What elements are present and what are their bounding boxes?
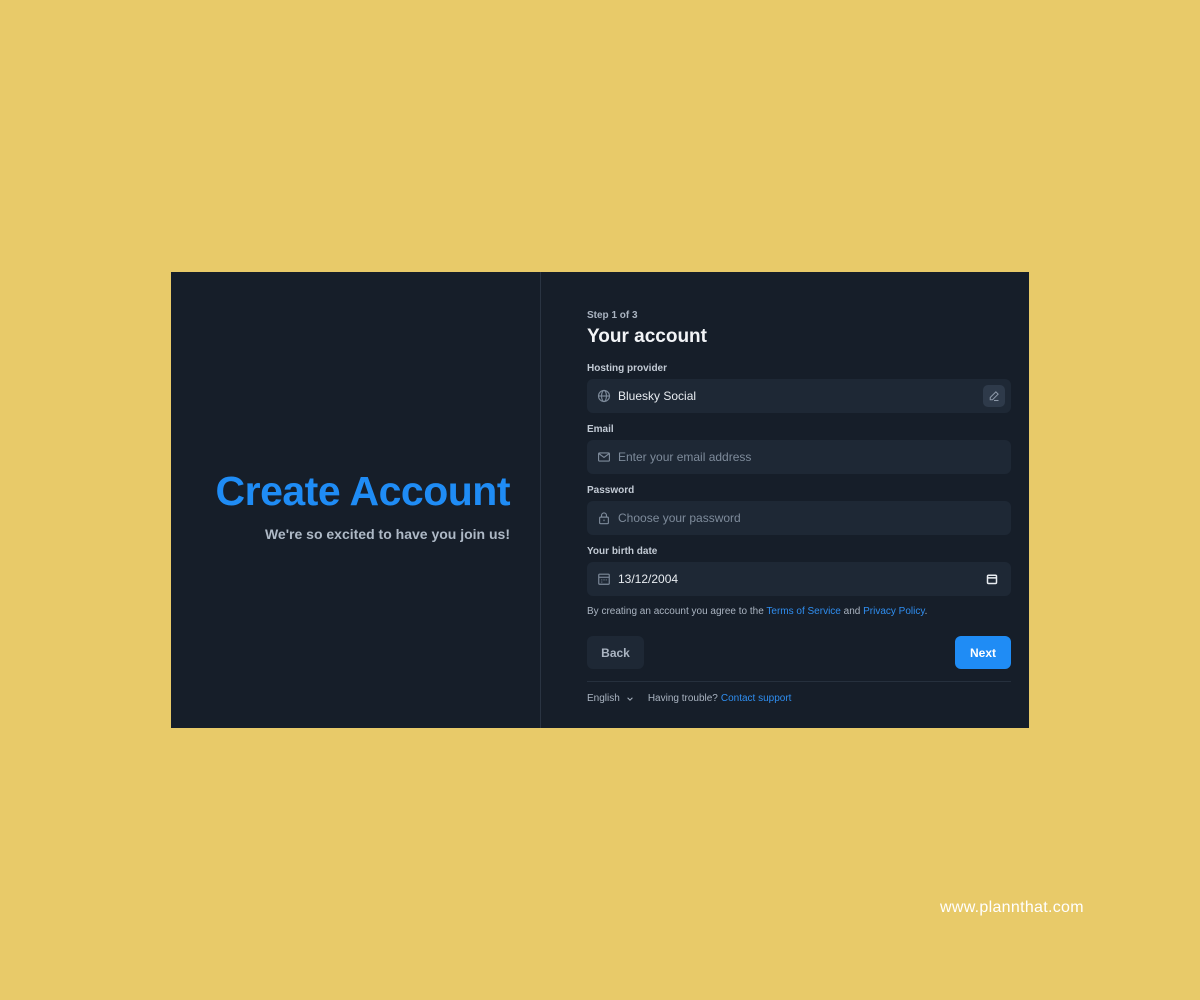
privacy-policy-link[interactable]: Privacy Policy <box>863 606 925 617</box>
step-indicator: Step 1 of 3 <box>587 310 638 321</box>
email-placeholder: Enter your email address <box>618 450 752 464</box>
chevron-down-icon <box>627 696 633 701</box>
password-field[interactable]: Choose your password <box>587 501 1011 535</box>
pencil-icon <box>989 391 999 402</box>
hosting-provider-label: Hosting provider <box>587 363 668 374</box>
password-label: Password <box>587 485 635 496</box>
watermark: www.plannthat.com <box>940 899 1084 916</box>
birth-date-field[interactable]: 13/12/2004 <box>587 562 1011 596</box>
calendar-picker-icon <box>986 574 998 585</box>
contact-support-link[interactable]: Contact support <box>721 693 792 704</box>
form-title: Your account <box>587 326 707 347</box>
form-actions: Back Next <box>587 636 1011 669</box>
password-placeholder: Choose your password <box>618 511 741 525</box>
date-picker-button[interactable] <box>985 572 999 586</box>
hosting-provider-value: Bluesky Social <box>618 389 697 403</box>
trouble-text: Having trouble? <box>647 693 718 704</box>
form-panel: Step 1 of 3 Your account Hosting provide… <box>541 272 1029 728</box>
calendar-icon <box>597 572 611 586</box>
back-button[interactable]: Back <box>587 636 644 669</box>
hosting-provider-field[interactable]: Bluesky Social <box>587 379 1011 413</box>
form-footer: English Having trouble? Contact support <box>587 681 1011 704</box>
email-field[interactable]: Enter your email address <box>587 440 1011 474</box>
hero-panel: Create Account We're so excited to have … <box>171 272 541 728</box>
language-label: English <box>587 693 620 704</box>
next-button[interactable]: Next <box>955 636 1011 669</box>
terms-notice: By creating an account you agree to the … <box>587 606 1011 617</box>
lock-icon <box>597 511 611 525</box>
terms-prefix: By creating an account you agree to the <box>587 606 767 617</box>
envelope-icon <box>597 450 611 464</box>
language-selector[interactable]: English <box>587 693 634 704</box>
hero-title: Create Account <box>215 467 511 514</box>
terms-and: and <box>840 606 864 617</box>
email-label: Email <box>587 424 614 435</box>
edit-provider-button[interactable] <box>983 385 1005 407</box>
birth-date-label: Your birth date <box>587 546 658 557</box>
hero-subtitle: We're so excited to have you join us! <box>264 525 510 542</box>
globe-icon <box>597 389 611 403</box>
signup-card: Create Account We're so excited to have … <box>171 272 1029 728</box>
birth-date-value: 13/12/2004 <box>618 572 679 586</box>
terms-of-service-link[interactable]: Terms of Service <box>766 606 840 617</box>
terms-suffix: . <box>924 606 928 617</box>
